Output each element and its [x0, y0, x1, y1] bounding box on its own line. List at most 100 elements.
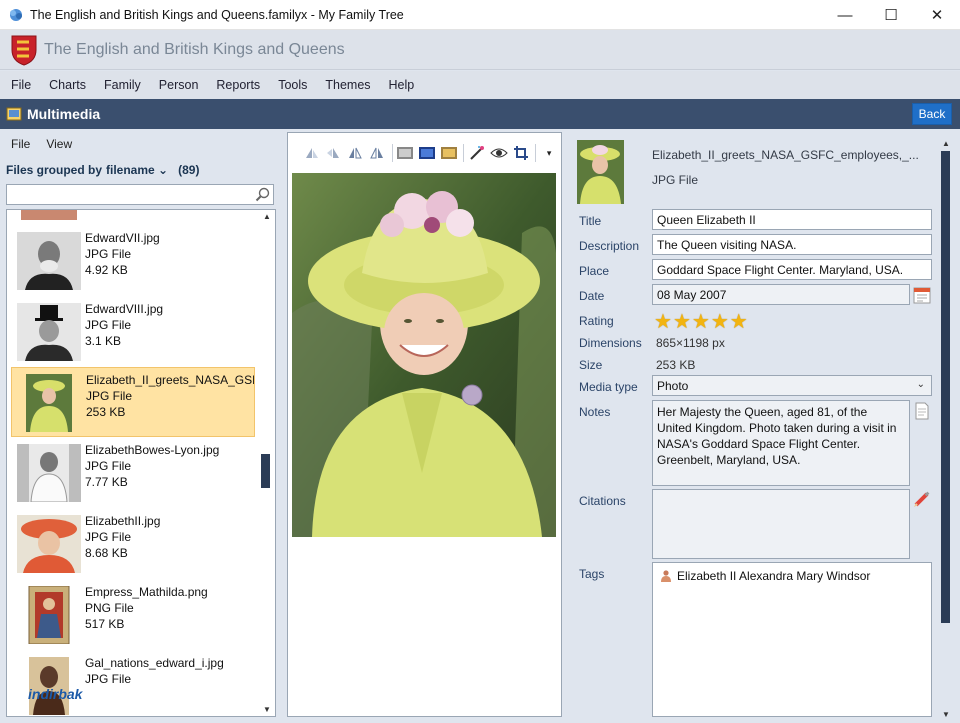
list-item[interactable]: ElizabethII.jpg JPG File 8.68 KB	[11, 509, 255, 579]
search-input[interactable]	[7, 185, 247, 204]
image-gray-icon[interactable]	[396, 144, 416, 162]
thumbnail-image	[28, 586, 70, 644]
file-name: EdwardVIII.jpg	[85, 302, 164, 316]
toolbar-separator	[463, 144, 465, 162]
description-field[interactable]: The Queen visiting NASA.	[652, 234, 932, 255]
notes-field[interactable]: Her Majesty the Queen, aged 81, of the U…	[652, 400, 910, 486]
list-item[interactable]: EdwardVII.jpg JPG File 4.92 KB	[11, 226, 255, 296]
menu-tools[interactable]: Tools	[269, 78, 316, 92]
tags-field[interactable]: Elizabeth II Alexandra Mary Windsor	[652, 562, 932, 717]
scroll-down-icon[interactable]: ▼	[942, 710, 950, 719]
toolbar-overflow-icon[interactable]: ▾	[539, 144, 559, 162]
file-type: JPG File	[85, 318, 132, 332]
photo-preview-image[interactable]	[292, 173, 556, 537]
close-button[interactable]: ✕	[914, 0, 960, 30]
file-name: EdwardVII.jpg	[85, 231, 160, 245]
partial-thumbnail-image	[21, 210, 77, 220]
file-size: 253 KB	[86, 405, 126, 419]
thumbnail-image	[17, 444, 81, 502]
crop-icon[interactable]	[511, 144, 531, 162]
file-name: Gal_nations_edward_i.jpg	[85, 656, 224, 670]
thumbnail-image	[17, 232, 81, 290]
group-by-dropdown[interactable]: filename ⌄	[106, 163, 168, 177]
title-label: Title	[579, 214, 602, 228]
multimedia-icon	[6, 107, 22, 121]
flip-horizontal-icon[interactable]	[345, 144, 365, 162]
file-browser-panel: File View Files grouped by filename ⌄ (8…	[0, 129, 282, 723]
main-menu-bar: File Charts Family Person Reports Tools …	[0, 71, 960, 99]
media-type-label: Media type	[579, 380, 638, 394]
menu-charts[interactable]: Charts	[40, 78, 95, 92]
file-name: ElizabethBowes-Lyon.jpg	[85, 443, 220, 457]
file-type: JPG File	[85, 247, 132, 261]
group-by-value: filename	[106, 163, 155, 177]
magic-wand-icon[interactable]	[467, 144, 487, 162]
place-field[interactable]: Goddard Space Flight Center. Maryland, U…	[652, 259, 932, 280]
minimize-button[interactable]: —	[822, 0, 868, 30]
calendar-icon[interactable]	[913, 286, 931, 304]
tag-item[interactable]: Elizabeth II Alexandra Mary Windsor	[661, 569, 870, 583]
notes-label: Notes	[579, 405, 611, 419]
scrollbar-thumb[interactable]	[261, 454, 270, 488]
media-type-select[interactable]: Photo ⌄	[652, 375, 932, 396]
list-item-selected[interactable]: Elizabeth_II_greets_NASA_GSFC_employees,…	[11, 367, 255, 437]
search-icon[interactable]	[255, 187, 270, 202]
star-icon[interactable]: ★	[730, 312, 748, 332]
size-label: Size	[579, 358, 603, 372]
group-by-row: Files grouped by filename ⌄ (89)	[6, 163, 199, 177]
menu-file[interactable]: File	[2, 78, 40, 92]
file-browser-menu: File View	[0, 129, 80, 159]
menu-help[interactable]: Help	[380, 78, 424, 92]
search-field	[6, 184, 274, 205]
list-item[interactable]: EdwardVIII.jpg JPG File 3.1 KB	[11, 297, 255, 367]
dimensions-value: 865×1198 px	[656, 336, 725, 350]
file-list-scrollbar[interactable]: ▲ ▼	[261, 210, 273, 716]
edit-note-icon[interactable]	[913, 402, 931, 420]
left-menu-view[interactable]: View	[38, 137, 80, 151]
rotate-left-icon[interactable]	[302, 144, 322, 162]
description-label: Description	[579, 239, 640, 253]
citations-field[interactable]	[652, 489, 910, 559]
edit-pencil-icon[interactable]	[913, 490, 931, 508]
section-header: Multimedia Back	[0, 99, 960, 129]
scroll-down-icon[interactable]: ▼	[263, 705, 271, 714]
star-icon[interactable]: ★	[654, 312, 672, 332]
menu-person[interactable]: Person	[150, 78, 208, 92]
image-blue-icon[interactable]	[417, 144, 437, 162]
list-item[interactable]: Gal_nations_edward_i.jpg JPG File	[11, 651, 255, 716]
scroll-up-icon[interactable]: ▲	[942, 139, 950, 148]
title-field[interactable]: Queen Elizabeth II	[652, 209, 932, 230]
star-icon[interactable]: ★	[673, 312, 691, 332]
royal-crest-icon	[11, 35, 37, 66]
star-icon[interactable]: ★	[692, 312, 710, 332]
menu-reports[interactable]: Reports	[207, 78, 269, 92]
details-scrollbar[interactable]: ▲ ▼	[940, 139, 952, 719]
selected-file-name: Elizabeth_II_greets_NASA_GSFC_employees,…	[652, 148, 919, 162]
section-title: Multimedia	[27, 106, 101, 122]
file-list[interactable]: EdwardVII.jpg JPG File 4.92 KB EdwardVII…	[6, 209, 276, 717]
eye-icon[interactable]	[489, 144, 509, 162]
rating-stars[interactable]: ★ ★ ★ ★ ★	[654, 312, 749, 332]
left-menu-file[interactable]: File	[3, 137, 38, 151]
toolbar-separator	[535, 144, 537, 162]
image-color-icon[interactable]	[439, 144, 459, 162]
star-icon[interactable]: ★	[711, 312, 729, 332]
date-field[interactable]: 08 May 2007	[652, 284, 910, 305]
menu-themes[interactable]: Themes	[316, 78, 379, 92]
scroll-up-icon[interactable]: ▲	[263, 212, 271, 221]
flip-vertical-icon[interactable]	[367, 144, 387, 162]
file-type: PNG File	[85, 601, 134, 615]
watermark-text: indirbak	[28, 686, 83, 702]
toolbar-separator	[391, 144, 393, 162]
scrollbar-thumb[interactable]	[941, 151, 950, 623]
menu-family[interactable]: Family	[95, 78, 150, 92]
media-type-value: Photo	[657, 379, 689, 393]
back-button[interactable]: Back	[912, 103, 952, 125]
chevron-down-icon[interactable]: ⌄	[917, 379, 925, 390]
size-value: 253 KB	[656, 358, 696, 372]
list-item[interactable]: ElizabethBowes-Lyon.jpg JPG File 7.77 KB	[11, 438, 255, 508]
rotate-right-icon[interactable]	[324, 144, 344, 162]
list-item[interactable]: Empress_Mathilda.png PNG File 517 KB	[11, 580, 255, 650]
dimensions-label: Dimensions	[579, 336, 642, 350]
maximize-button[interactable]: ☐	[868, 0, 914, 30]
